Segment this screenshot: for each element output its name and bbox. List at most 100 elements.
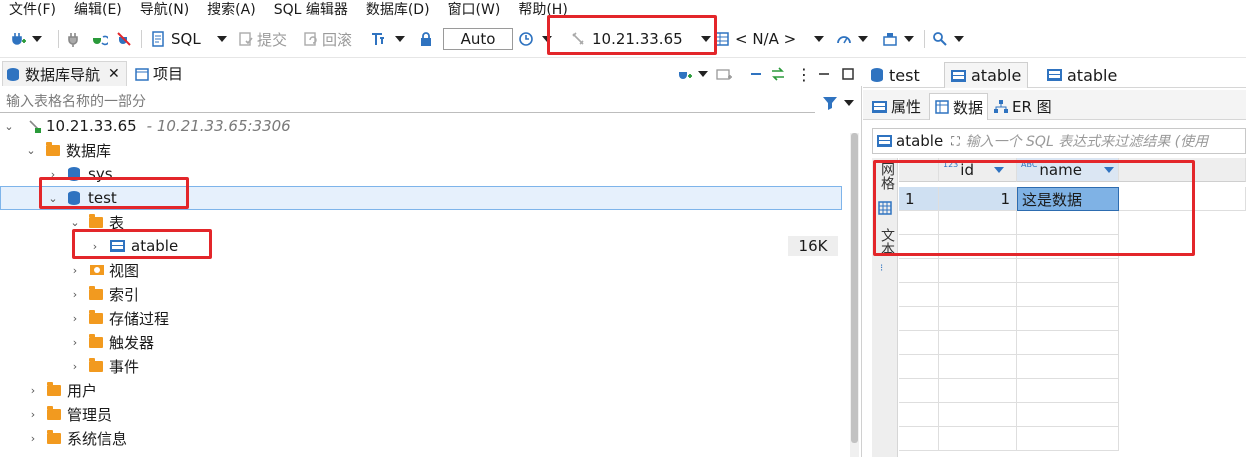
- tab-database-navigator[interactable]: 数据库导航 ✕: [2, 61, 127, 86]
- sql-editor-button[interactable]: SQL: [150, 26, 227, 52]
- new-connection-button[interactable]: [676, 61, 708, 87]
- search-button[interactable]: [932, 26, 964, 52]
- empty-cell: [939, 235, 1017, 259]
- tab-atable[interactable]: atable: [1047, 62, 1117, 88]
- tab-projects[interactable]: 项目: [134, 61, 183, 86]
- folder-add-icon: [716, 69, 732, 80]
- history-button[interactable]: [518, 26, 552, 52]
- active-connection-selector[interactable]: 10.21.33.65: [570, 26, 711, 52]
- filter-button[interactable]: [822, 90, 854, 116]
- tab-data[interactable]: 数据: [929, 93, 989, 120]
- transaction-mode-button[interactable]: [370, 26, 405, 52]
- empty-cell: [1017, 235, 1119, 259]
- sort-chevron-icon[interactable]: [993, 166, 1004, 173]
- reconnect-button[interactable]: [92, 26, 108, 52]
- scrollbar-thumb[interactable]: [851, 133, 858, 443]
- grid-view-tab[interactable]: 网格: [877, 162, 897, 190]
- dashboard-button[interactable]: [836, 26, 868, 52]
- tab-label: atable: [971, 66, 1022, 85]
- tab-properties[interactable]: 属性: [872, 93, 921, 120]
- tab-er-diagram[interactable]: ER 图: [993, 93, 1052, 120]
- tree-node-views[interactable]: › 视图: [0, 258, 842, 282]
- menu-help[interactable]: 帮助(H): [509, 1, 576, 19]
- expand-icon[interactable]: ⛶: [951, 134, 959, 149]
- sql-filter-input[interactable]: 输入一个 SQL 表达式来过滤结果 (使用: [966, 131, 1209, 151]
- tree-node-connection[interactable]: ⌄ 10.21.33.65 - 10.21.33.65:3306: [0, 114, 842, 138]
- link-editor-button[interactable]: [770, 61, 786, 87]
- minimize-icon: [819, 73, 829, 75]
- view-menu-button[interactable]: ⋮: [796, 61, 812, 87]
- menu-file[interactable]: 文件(F): [0, 1, 65, 19]
- active-schema-label: < N/A >: [735, 30, 797, 48]
- database-icon: [871, 68, 883, 82]
- cell-name-selected[interactable]: 这是数据: [1017, 187, 1119, 211]
- maximize-button[interactable]: [840, 61, 856, 87]
- commit-button[interactable]: 提交: [238, 26, 287, 52]
- more-vertical-icon: ⋮: [796, 64, 812, 84]
- tree-node-test[interactable]: ⌄ test: [0, 186, 842, 210]
- rollback-button[interactable]: 回滚: [303, 26, 352, 52]
- menu-edit[interactable]: 编辑(E): [65, 1, 131, 19]
- collapse-icon: [751, 73, 761, 75]
- sql-filter-bar[interactable]: atable ⛶ 输入一个 SQL 表达式来过滤结果 (使用: [872, 128, 1246, 154]
- tree-node-admins[interactable]: › 管理员: [0, 402, 842, 426]
- collapse-all-button[interactable]: [748, 61, 764, 87]
- sort-chevron-icon[interactable]: [1103, 166, 1114, 173]
- tab-test[interactable]: test: [871, 62, 920, 88]
- grid-icon[interactable]: [877, 200, 893, 216]
- connect-button[interactable]: [66, 26, 82, 52]
- close-icon[interactable]: ✕: [108, 66, 120, 82]
- chevron-down-icon: [395, 36, 405, 42]
- commit-icon: [239, 32, 253, 46]
- auto-commit-value[interactable]: Auto: [443, 28, 513, 50]
- tree-scrollbar[interactable]: [850, 133, 859, 457]
- tree-node-atable[interactable]: › atable 16K: [0, 234, 842, 258]
- menu-sql-editor[interactable]: SQL 编辑器: [265, 1, 357, 19]
- disconnect-button[interactable]: [116, 26, 132, 52]
- menu-search[interactable]: 搜索(A): [198, 1, 265, 19]
- tree-node-tables[interactable]: ⌄ 表: [0, 210, 842, 234]
- chevron-down-icon: ⌄: [4, 119, 14, 133]
- lock-button[interactable]: [418, 26, 434, 52]
- connection-icon: [29, 120, 41, 133]
- tools-icon: [883, 33, 897, 46]
- chevron-down-icon: [954, 36, 964, 42]
- tree-node-system-info[interactable]: › 系统信息: [0, 426, 842, 450]
- tools-button[interactable]: [882, 26, 914, 52]
- row-number[interactable]: 1: [899, 187, 939, 211]
- column-header-id[interactable]: 123 id: [939, 158, 1017, 182]
- disconnect-icon: [117, 32, 131, 46]
- menu-navigate[interactable]: 导航(N): [131, 1, 198, 19]
- minimize-button[interactable]: [816, 61, 832, 87]
- rollback-icon: [304, 32, 317, 46]
- new-connection-button[interactable]: [10, 26, 42, 52]
- menu-window[interactable]: 窗口(W): [439, 1, 510, 19]
- tab-label: ER 图: [1012, 98, 1052, 116]
- column-header-name[interactable]: ABC name: [1017, 158, 1119, 182]
- new-folder-button[interactable]: [716, 61, 732, 87]
- data-grid-icon: [935, 100, 949, 114]
- table-filter-input[interactable]: 输入表格名称的一部分: [0, 89, 815, 113]
- database-icon: [7, 67, 19, 81]
- tree-node-indexes[interactable]: › 索引: [0, 282, 842, 306]
- tree-label: sys: [88, 165, 113, 183]
- chevron-right-icon: ›: [30, 431, 36, 445]
- search-icon: [933, 32, 947, 46]
- cell-id[interactable]: 1: [939, 187, 1017, 211]
- text-view-tab[interactable]: 文本: [877, 228, 897, 256]
- tree-node-events[interactable]: › 事件: [0, 354, 842, 378]
- tree-node-databases[interactable]: ⌄ 数据库: [0, 138, 842, 162]
- tab-label: test: [889, 65, 920, 85]
- tree-node-sys[interactable]: › sys: [0, 162, 842, 186]
- tree-node-procedures[interactable]: › 存储过程: [0, 306, 842, 330]
- auto-commit-field[interactable]: Auto: [443, 26, 513, 52]
- chevron-down-icon: [698, 71, 708, 77]
- tree-node-triggers[interactable]: › 触发器: [0, 330, 842, 354]
- menu-database[interactable]: 数据库(D): [357, 1, 439, 19]
- object-editor-subtabs: 属性 数据 ER 图: [863, 90, 1246, 120]
- tree-node-users[interactable]: › 用户: [0, 378, 842, 402]
- active-schema-selector[interactable]: < N/A >: [714, 26, 825, 52]
- tab-label: 属性: [891, 98, 922, 116]
- tab-atable-active[interactable]: atable: [944, 62, 1029, 88]
- tree-label: 数据库: [66, 141, 112, 160]
